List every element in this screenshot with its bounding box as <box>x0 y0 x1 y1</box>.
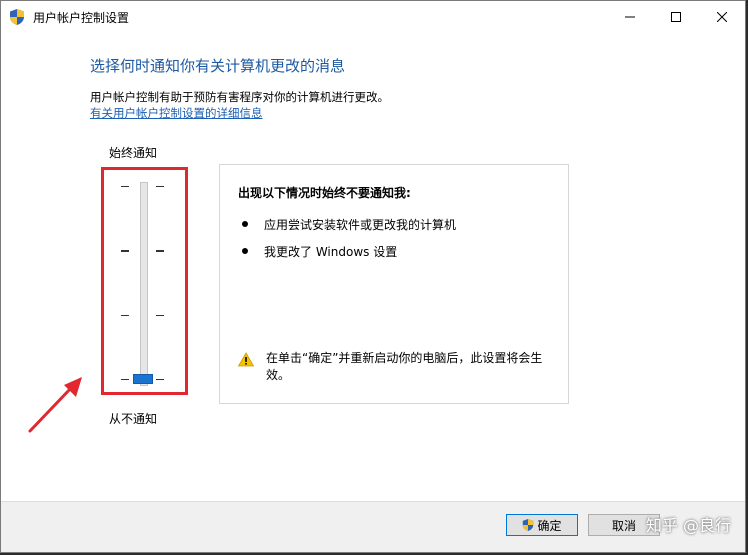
slider-tick <box>121 186 129 187</box>
slider-tick <box>121 250 129 252</box>
close-icon <box>717 12 727 22</box>
notification-level-slider[interactable] <box>140 182 148 386</box>
slider-tick <box>156 186 164 187</box>
slider-tick <box>121 379 129 380</box>
maximize-icon <box>671 12 681 22</box>
close-button[interactable] <box>699 1 745 33</box>
uac-shield-icon <box>10 9 24 25</box>
bullet-icon <box>242 221 248 227</box>
cancel-button-label: 取消 <box>611 518 636 533</box>
description-text: 用户帐户控制有助于预防有害程序对你的计算机进行更改。 <box>90 90 389 104</box>
info-item: 应用尝试安装软件或更改我的计算机 <box>264 218 457 232</box>
watermark: 知乎 @良行 <box>645 516 731 535</box>
button-bar: 确定 取消 知乎 @良行 <box>1 501 745 552</box>
slider-bottom-label: 从不通知 <box>109 412 158 426</box>
bullet-icon <box>242 248 248 254</box>
window-title: 用户帐户控制设置 <box>33 11 130 25</box>
uac-settings-window: 用户帐户控制设置 选择何时通知你有关计算机更改的消息 用户帐户控制有助于预防有害… <box>0 0 746 553</box>
title-bar: 用户帐户控制设置 <box>1 1 745 33</box>
info-panel: 出现以下情况时始终不要通知我: 应用尝试安装软件或更改我的计算机 我更改了 Wi… <box>219 164 569 404</box>
slider-thumb[interactable] <box>133 374 153 384</box>
minimize-button[interactable] <box>607 1 653 33</box>
ok-button[interactable]: 确定 <box>506 514 578 536</box>
maximize-button[interactable] <box>653 1 699 33</box>
slider-top-label: 始终通知 <box>109 146 158 160</box>
info-item: 我更改了 Windows 设置 <box>264 245 398 259</box>
slider-tick <box>156 315 164 316</box>
warning-icon <box>238 352 254 367</box>
ok-button-label: 确定 <box>537 518 562 533</box>
minimize-icon <box>625 16 635 18</box>
slider-tick <box>156 250 164 252</box>
warning-text: 在单击“确定”并重新启动你的电脑后，此设置将会生效。 <box>266 351 543 382</box>
slider-tick <box>121 315 129 316</box>
page-heading: 选择何时通知你有关计算机更改的消息 <box>90 57 346 75</box>
info-panel-title: 出现以下情况时始终不要通知我: <box>238 186 411 200</box>
details-link[interactable]: 有关用户帐户控制设置的详细信息 <box>90 105 263 121</box>
annotation-arrow-icon <box>28 377 82 433</box>
slider-tick <box>156 379 164 380</box>
uac-shield-icon <box>523 519 534 531</box>
